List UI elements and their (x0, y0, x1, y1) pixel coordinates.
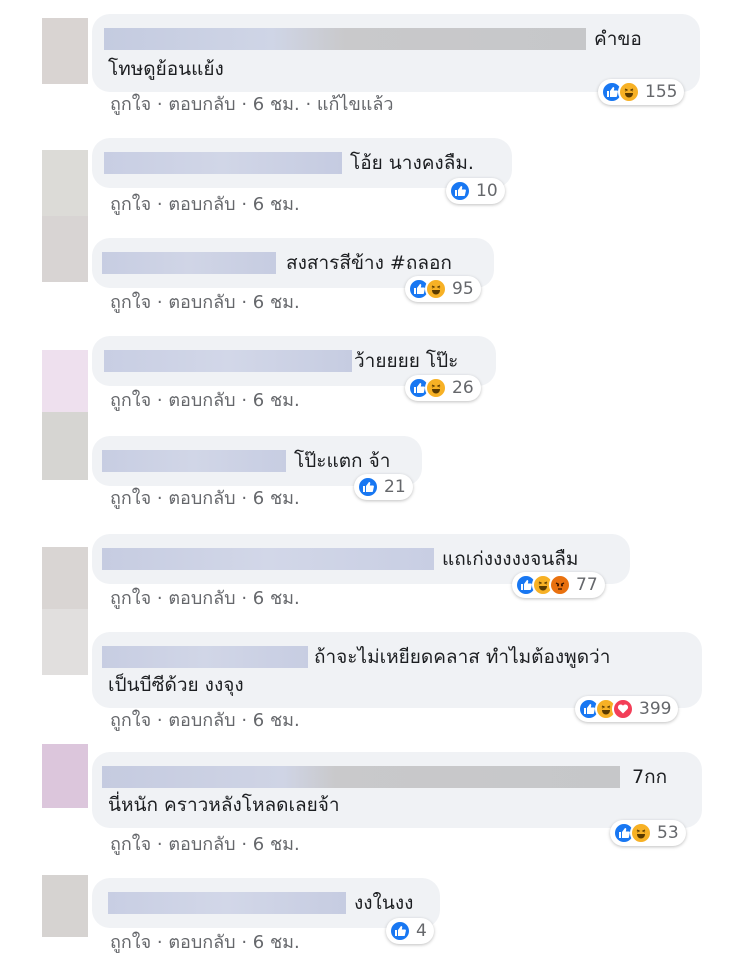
reply-link[interactable]: ตอบกลับ (168, 710, 235, 731)
reaction-summary[interactable]: 10 (446, 178, 505, 204)
avatar[interactable] (42, 18, 88, 84)
reply-link[interactable]: ตอบกลับ (168, 292, 235, 313)
reply-link[interactable]: ตอบกลับ (168, 932, 235, 953)
redacted-name (104, 28, 586, 50)
reaction-summary[interactable]: 53 (610, 820, 686, 846)
comment-actions: ถูกใจ · ตอบกลับ · 6 ชม. (110, 932, 300, 953)
redacted-name (104, 350, 352, 372)
comment-text: สงสารสีข้าง #ถลอก (286, 252, 452, 274)
timestamp[interactable]: 6 ชม. (253, 390, 300, 411)
reaction-count: 21 (384, 477, 406, 497)
redacted-name (102, 450, 286, 472)
like-link[interactable]: ถูกใจ (110, 390, 151, 411)
comment-actions: ถูกใจ · ตอบกลับ · 6 ชม. (110, 588, 300, 609)
reaction-count: 155 (645, 82, 678, 102)
avatar[interactable] (42, 350, 88, 412)
avatar[interactable] (42, 744, 88, 808)
like-link[interactable]: ถูกใจ (110, 588, 151, 609)
timestamp[interactable]: 6 ชม. (253, 932, 300, 953)
redacted-name (108, 892, 346, 914)
reply-link[interactable]: ตอบกลับ (168, 488, 235, 509)
comment-actions: ถูกใจ · ตอบกลับ · 6 ชม. (110, 292, 300, 313)
angry-icon (549, 574, 571, 596)
reaction-summary[interactable]: 399 (575, 696, 679, 722)
reply-link[interactable]: ตอบกลับ (168, 588, 235, 609)
reaction-summary[interactable]: 21 (354, 474, 413, 500)
comment-actions: ถูกใจ · ตอบกลับ · 6 ชม. (110, 834, 300, 855)
comment-bubble: งงในงง (92, 878, 440, 928)
like-link[interactable]: ถูกใจ (110, 932, 151, 953)
avatar[interactable] (42, 150, 88, 216)
avatar[interactable] (42, 875, 88, 937)
reaction-count: 399 (639, 699, 672, 719)
like-link[interactable]: ถูกใจ (110, 94, 151, 115)
redacted-name (102, 252, 276, 274)
comment-actions: ถูกใจ · ตอบกลับ · 6 ชม. (110, 390, 300, 411)
like-link[interactable]: ถูกใจ (110, 292, 151, 313)
edited-label[interactable]: แก้ไขแล้ว (317, 94, 394, 115)
reaction-summary[interactable]: 26 (405, 375, 481, 401)
love-icon (612, 698, 634, 720)
reaction-count: 53 (657, 823, 679, 843)
comment-text: ว้ายยยย โป๊ะ (354, 350, 459, 372)
comment-text: โอ้ย นางคงลืม. (350, 152, 474, 174)
comment-actions: ถูกใจ · ตอบกลับ · 6 ชม. · แก้ไขแล้ว (110, 94, 394, 115)
redacted-name (104, 152, 342, 174)
like-link[interactable]: ถูกใจ (110, 710, 151, 731)
redacted-name (102, 646, 308, 668)
comment-bubble: 7กก นี่หนัก คราวหลังโหลดเลยจ้า (92, 752, 702, 828)
comment-text: โป๊ะแตก จ้า (294, 450, 391, 472)
comment-actions: ถูกใจ · ตอบกลับ · 6 ชม. (110, 488, 300, 509)
comment-text: แถเก่งงงงงจนลืม (442, 548, 579, 570)
redacted-name (102, 548, 434, 570)
haha-icon (425, 377, 447, 399)
comment-text: 7กก (632, 766, 668, 788)
comment-actions: ถูกใจ · ตอบกลับ · 6 ชม. (110, 194, 300, 215)
comment-text: เป็นบีซีด้วย งงจุง (108, 674, 244, 696)
timestamp[interactable]: 6 ชม. (253, 710, 300, 731)
reaction-count: 95 (452, 279, 474, 299)
comment-actions: ถูกใจ · ตอบกลับ · 6 ชม. (110, 710, 300, 731)
timestamp[interactable]: 6 ชม. (253, 194, 300, 215)
reaction-count: 26 (452, 378, 474, 398)
haha-icon (630, 822, 652, 844)
like-link[interactable]: ถูกใจ (110, 488, 151, 509)
timestamp[interactable]: 6 ชม. (253, 834, 300, 855)
reply-link[interactable]: ตอบกลับ (168, 834, 235, 855)
reaction-summary[interactable]: 77 (512, 572, 605, 598)
reaction-count: 77 (576, 575, 598, 595)
like-icon (357, 476, 379, 498)
haha-icon (618, 81, 640, 103)
timestamp[interactable]: 6 ชม. (253, 488, 300, 509)
reaction-count: 10 (476, 181, 498, 201)
timestamp[interactable]: 6 ชม. (253, 292, 300, 313)
timestamp[interactable]: 6 ชม. (253, 588, 300, 609)
reaction-summary[interactable]: 95 (405, 276, 481, 302)
comment-text: นี่หนัก คราวหลังโหลดเลยจ้า (108, 794, 340, 816)
comment-text: งงในงง (354, 892, 414, 914)
avatar[interactable] (42, 412, 88, 480)
comment-text: โทษดูย้อนแย้ง (108, 58, 224, 80)
haha-icon (425, 278, 447, 300)
like-link[interactable]: ถูกใจ (110, 834, 151, 855)
avatar[interactable] (42, 609, 88, 675)
reply-link[interactable]: ตอบกลับ (168, 390, 235, 411)
reaction-count: 4 (416, 921, 427, 941)
reply-link[interactable]: ตอบกลับ (168, 94, 235, 115)
comment-text: คำขอ (594, 28, 642, 50)
avatar[interactable] (42, 547, 88, 609)
reply-link[interactable]: ตอบกลับ (168, 194, 235, 215)
like-icon (389, 920, 411, 942)
like-link[interactable]: ถูกใจ (110, 194, 151, 215)
comment-text: ถ้าจะไม่เหยียดคลาส ทำไมต้องพูดว่า (314, 646, 611, 668)
avatar[interactable] (42, 216, 88, 282)
like-icon (449, 180, 471, 202)
timestamp[interactable]: 6 ชม. (253, 94, 300, 115)
reaction-summary[interactable]: 155 (598, 79, 685, 105)
reaction-summary[interactable]: 4 (386, 918, 434, 944)
redacted-name (102, 766, 620, 788)
